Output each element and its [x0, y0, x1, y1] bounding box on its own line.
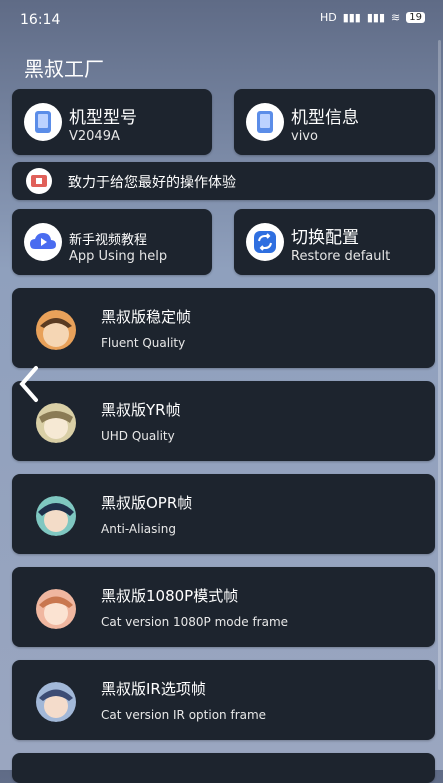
mode-card-opr[interactable]: 黑叔版OPR帧 Anti-Aliasing	[12, 474, 435, 554]
mode-card-partial[interactable]	[12, 753, 435, 783]
hd-icon: HD	[319, 11, 337, 24]
phone-icon	[246, 103, 284, 141]
mode-card-stable[interactable]: 黑叔版稳定帧 Fluent Quality	[12, 288, 435, 368]
switch-config-subtitle: Restore default	[291, 249, 391, 264]
model-number-title: 机型型号	[69, 108, 137, 128]
model-info-title: 机型信息	[291, 108, 359, 128]
status-icons: HD ▮▮▮ ▮▮▮ ≋ 19	[320, 11, 425, 24]
avatar-icon	[34, 682, 78, 722]
mode-subtitle: Fluent Quality	[101, 336, 186, 350]
battery-icon: 19	[406, 12, 425, 23]
avatar-icon	[34, 403, 78, 443]
avatar-icon	[34, 310, 78, 350]
status-bar: 16:14 HD ▮▮▮ ▮▮▮ ≋ 19	[0, 0, 443, 40]
model-number-card: 机型型号 V2049A	[12, 89, 212, 155]
avatar-icon	[34, 496, 78, 536]
tutorial-title: 新手视频教程	[69, 233, 148, 248]
scrollbar[interactable]	[438, 40, 441, 690]
mode-title: 黑叔版OPR帧	[101, 494, 193, 512]
mode-title: 黑叔版1080P模式帧	[101, 587, 239, 605]
banner: 致力于给您最好的操作体验	[12, 162, 435, 200]
switch-config-button[interactable]: 切换配置 Restore default	[234, 209, 435, 275]
mode-title: 黑叔版YR帧	[101, 401, 181, 419]
signal-icon: ▮▮▮	[342, 11, 361, 24]
mode-card-ir[interactable]: 黑叔版IR选项帧 Cat version IR option frame	[12, 660, 435, 740]
model-info-card: 机型信息 vivo	[234, 89, 435, 155]
gift-icon	[26, 168, 52, 194]
refresh-icon	[246, 223, 284, 261]
switch-config-title: 切换配置	[291, 228, 359, 248]
mode-title: 黑叔版IR选项帧	[101, 680, 206, 698]
mode-title: 黑叔版稳定帧	[101, 308, 192, 326]
banner-text: 致力于给您最好的操作体验	[68, 175, 236, 191]
phone-icon	[24, 103, 62, 141]
app-title: 黑叔工厂	[24, 57, 104, 81]
mode-subtitle: UHD Quality	[101, 429, 175, 443]
mode-card-1080p[interactable]: 黑叔版1080P模式帧 Cat version 1080P mode frame	[12, 567, 435, 647]
signal-icon: ▮▮▮	[366, 11, 386, 24]
mode-subtitle: Cat version 1080P mode frame	[101, 615, 289, 629]
model-info-value: vivo	[291, 129, 318, 144]
avatar-icon	[34, 589, 78, 629]
status-time: 16:14	[20, 12, 61, 28]
back-chevron-icon[interactable]	[16, 364, 42, 404]
tutorial-subtitle: App Using help	[69, 249, 168, 264]
mode-subtitle: Anti-Aliasing	[101, 522, 176, 536]
cloud-play-icon	[24, 223, 62, 261]
video-tutorial-button[interactable]: 新手视频教程 App Using help	[12, 209, 212, 275]
mode-subtitle: Cat version IR option frame	[101, 708, 267, 722]
model-number-value: V2049A	[69, 129, 120, 144]
mode-card-yr[interactable]: 黑叔版YR帧 UHD Quality	[12, 381, 435, 461]
wifi-icon: ≋	[391, 11, 401, 24]
